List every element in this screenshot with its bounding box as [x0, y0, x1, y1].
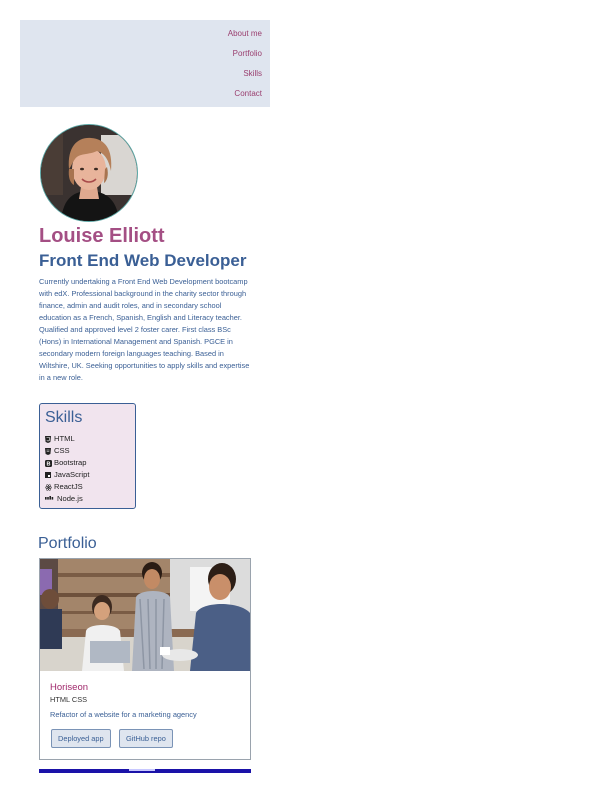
next-portfolio-card-preview: [39, 769, 251, 773]
svg-text:B: B: [47, 462, 51, 467]
skill-item-css: CSS: [45, 446, 70, 456]
skill-item-bootstrap: B Bootstrap: [45, 458, 87, 468]
skills-box: Skills HTML CSS B Bootstrap JavaScript R…: [39, 403, 136, 509]
deployed-app-button[interactable]: Deployed app: [51, 729, 111, 748]
card-description: Refactor of a website for a marketing ag…: [50, 710, 197, 719]
skill-label: Bootstrap: [54, 458, 87, 467]
skills-title: Skills: [45, 409, 83, 426]
project-screenshot: [40, 559, 250, 671]
javascript-icon: [45, 472, 51, 478]
css3-icon: [45, 448, 51, 455]
skill-label: CSS: [54, 446, 70, 455]
profile-photo: [40, 124, 138, 222]
page: About me Portfolio Skills Contact Louise…: [0, 0, 612, 792]
nav-link-contact[interactable]: Contact: [234, 89, 262, 99]
card-tech-stack: HTML CSS: [50, 695, 88, 704]
skill-label: JavaScript: [54, 470, 90, 479]
skill-item-nodejs: Node.js: [45, 494, 83, 504]
nav-link-about-me[interactable]: About me: [228, 29, 262, 39]
skill-item-javascript: JavaScript: [45, 470, 89, 480]
skill-label: ReactJS: [54, 482, 83, 491]
react-icon: [45, 484, 52, 491]
portfolio-heading: Portfolio: [38, 535, 97, 552]
profile-name: Louise Elliott: [39, 225, 165, 247]
nav-link-skills[interactable]: Skills: [243, 69, 262, 79]
skill-item-html: HTML: [45, 434, 75, 444]
skill-label: Node.js: [57, 494, 83, 503]
skill-label: HTML: [54, 434, 75, 443]
next-card-header-detail: [129, 769, 155, 771]
profile-role: Front End Web Developer: [39, 251, 247, 270]
portfolio-card-horiseon: Horiseon HTML CSS Refactor of a website …: [39, 558, 251, 760]
html5-icon: [45, 436, 51, 443]
card-title: Horiseon: [50, 682, 89, 693]
profile-bio: Currently undertaking a Front End Web De…: [39, 277, 250, 382]
github-repo-button[interactable]: GitHub repo: [119, 729, 173, 748]
bootstrap-icon: B: [45, 460, 52, 468]
nav-link-portfolio[interactable]: Portfolio: [233, 49, 262, 59]
nodejs-icon: [45, 496, 54, 502]
navbar: About me Portfolio Skills Contact: [20, 20, 270, 107]
skill-item-reactjs: ReactJS: [45, 482, 83, 492]
